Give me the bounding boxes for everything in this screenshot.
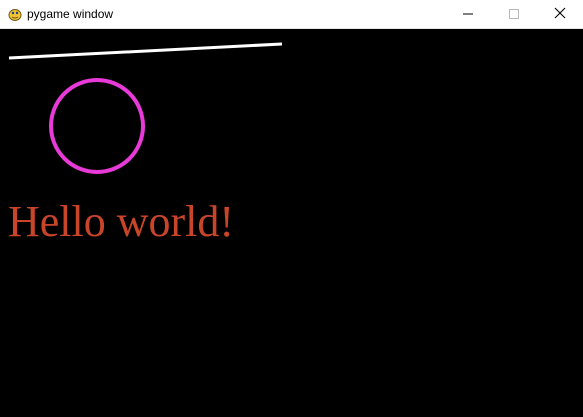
- minimize-icon: [463, 6, 473, 24]
- game-canvas[interactable]: Hello world!: [0, 29, 583, 417]
- maximize-button[interactable]: [491, 0, 537, 29]
- close-icon: [554, 6, 566, 24]
- title-bar[interactable]: pygame window: [0, 0, 583, 29]
- close-button[interactable]: [537, 0, 583, 29]
- pygame-snake-icon: [7, 6, 23, 22]
- minimize-button[interactable]: [445, 0, 491, 29]
- window-title: pygame window: [27, 7, 114, 21]
- pygame-window: pygame window Hello world!: [0, 0, 583, 417]
- maximize-icon: [509, 6, 519, 24]
- drawn-circle: [49, 78, 145, 174]
- drawn-line: [8, 42, 283, 60]
- hello-world-text: Hello world!: [8, 197, 235, 246]
